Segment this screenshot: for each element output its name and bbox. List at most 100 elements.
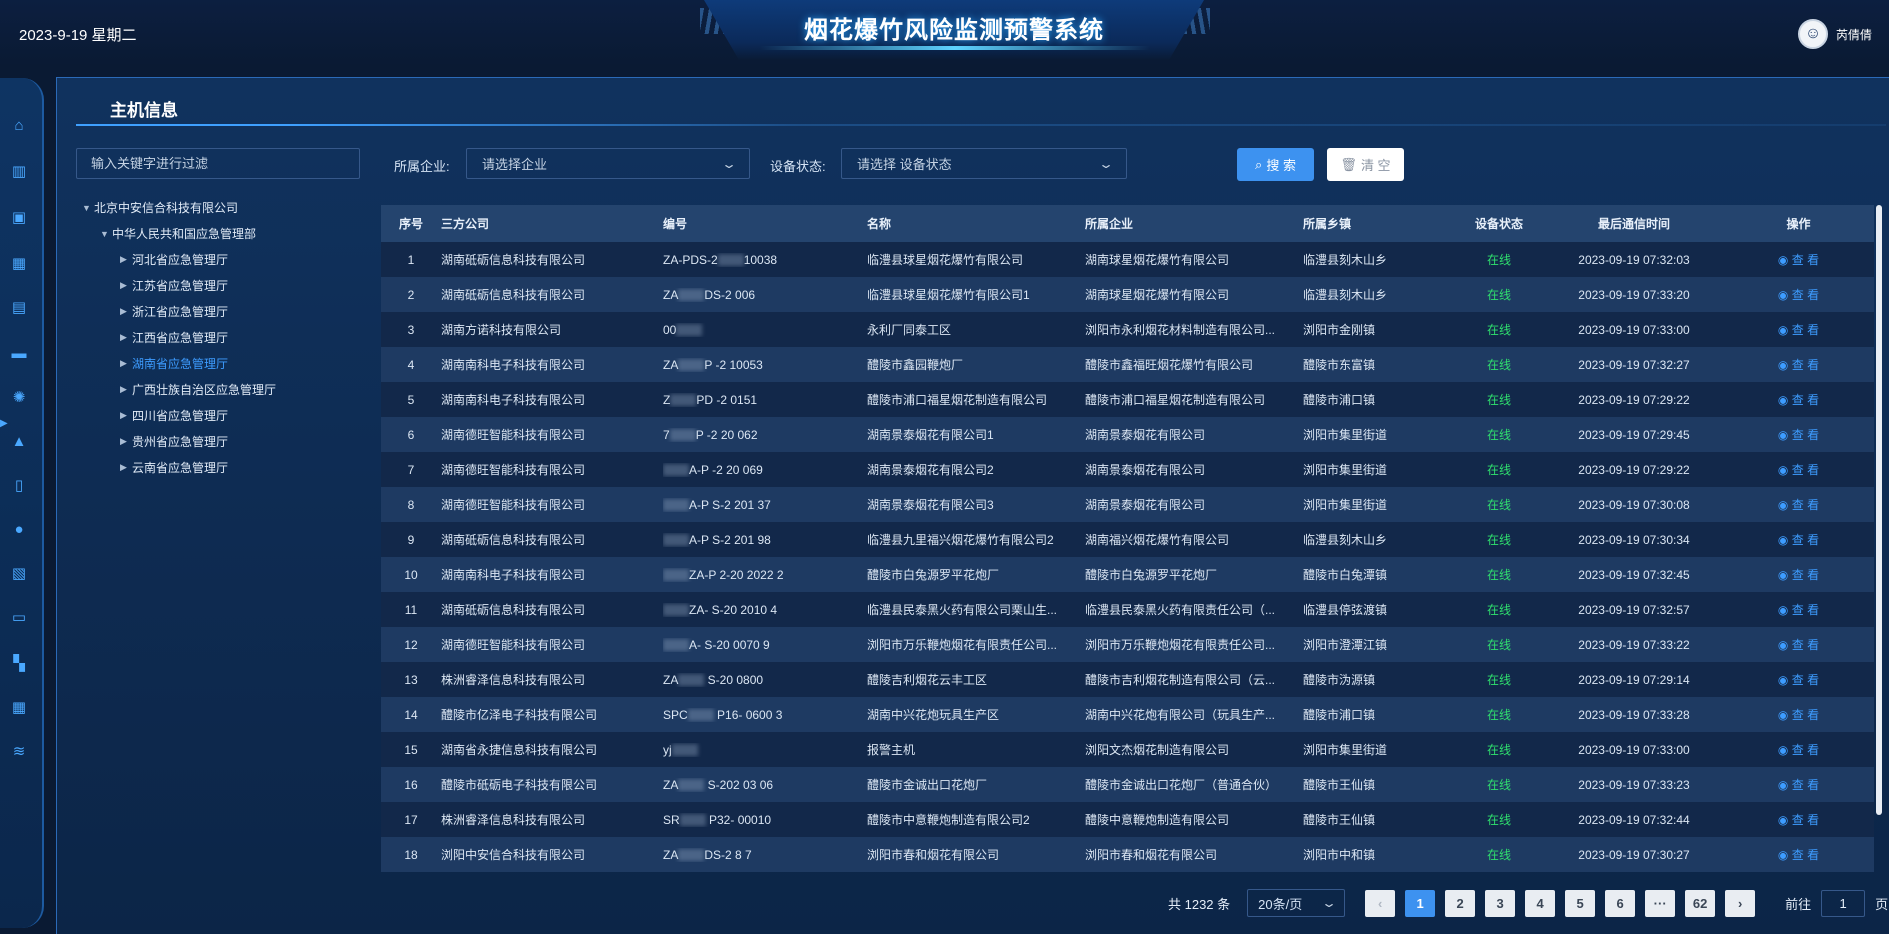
page-button[interactable]: 6 [1605,889,1636,917]
view-link[interactable]: ◉ 查 看 [1778,288,1819,302]
caret-right-icon[interactable]: ▶ [120,462,132,473]
caret-down-icon[interactable]: ▼ [82,203,94,213]
cell-enterprise: 湖南中兴花炮有限公司（玩具生产... [1085,708,1276,722]
view-link[interactable]: ◉ 查 看 [1778,498,1819,512]
view-link[interactable]: ◉ 查 看 [1778,708,1819,722]
view-link[interactable]: ◉ 查 看 [1778,813,1819,827]
clear-button[interactable]: 🗑 清 空 [1327,148,1404,181]
cell-action: ◉ 查 看 [1723,461,1874,478]
caret-right-icon[interactable]: ▶ [120,384,132,395]
table-row: 1 湖南砥砺信息科技有限公司 ZA-PDS-2 10038 临澧县球星烟花爆竹有限公司 湖… [381,242,1874,277]
view-link[interactable]: ◉ 查 看 [1778,358,1819,372]
warning-icon[interactable]: ▲ [8,430,30,452]
user-menu[interactable]: ☺ 芮倩倩 [1797,19,1872,49]
page-button[interactable]: 3 [1485,889,1516,917]
caret-right-icon[interactable]: ▶ [120,306,132,317]
briefcase-icon[interactable]: ▣ [8,206,30,228]
redaction-mask [678,359,705,372]
table-row: 13 株洲睿泽信息科技有限公司 ZA S-20 0800 醴陵吉利烟花云丰工区 醴陵市… [381,662,1874,697]
view-link[interactable]: ◉ 查 看 [1778,533,1819,547]
view-link[interactable]: ◉ 查 看 [1778,568,1819,582]
cell-status: 在线 [1486,708,1511,722]
search-button[interactable]: ⌕ 搜 索 [1237,148,1314,181]
page-size-select[interactable]: 20条/页 ⌄ [1247,889,1346,917]
code-suffix: P -2 20 062 [695,427,758,442]
table-scrollbar[interactable] [1876,205,1882,815]
report-icon[interactable]: ▧ [8,562,30,584]
caret-right-icon[interactable]: ▶ [120,254,132,265]
caret-right-icon[interactable]: ▶ [120,410,132,421]
cell-name: 临澧县球星烟花爆竹有限公司1 [867,288,1030,302]
calendar-icon[interactable]: ▦ [8,696,30,718]
page-button[interactable]: 1 [1405,889,1436,917]
more-pages-button[interactable]: ··· [1645,889,1676,917]
page-button[interactable]: 2 [1445,889,1476,917]
view-link[interactable]: ◉ 查 看 [1778,393,1819,407]
cell-name: 临澧县球星烟花爆竹有限公司 [867,253,1024,267]
goto-page-input[interactable]: 1 [1821,889,1866,917]
tablet-icon[interactable]: ▯ [8,474,30,496]
tree-node-province[interactable]: ▶ 江西省应急管理厅 [120,329,228,346]
server-icon[interactable]: ▬ [8,342,30,364]
cell-code: ZA P -2 10053 [663,358,867,372]
next-page-button[interactable]: › [1725,889,1756,917]
cell-last-comm: 2023-09-19 07:29:22 [1578,462,1690,477]
monitor-icon[interactable]: ▤ [8,296,30,318]
page-button[interactable]: 4 [1525,889,1556,917]
tree-node-root[interactable]: ▼ 北京中安信合科技有限公司 [82,199,238,216]
eye-icon: ◉ [1777,288,1792,302]
view-link[interactable]: ◉ 查 看 [1778,848,1819,862]
screen-chart-icon[interactable]: ▭ [8,606,30,628]
status-select[interactable]: 请选择 设备状态 ⌄ [841,148,1127,179]
caret-down-icon[interactable]: ▼ [100,229,112,239]
view-link[interactable]: ◉ 查 看 [1778,603,1819,617]
view-link[interactable]: ◉ 查 看 [1778,253,1819,267]
grid-icon[interactable]: ▚ [8,652,30,674]
eye-icon: ◉ [1777,498,1792,512]
caret-right-icon[interactable]: ▶ [120,280,132,291]
redaction-mask [663,534,689,547]
view-link[interactable]: ◉ 查 看 [1778,778,1819,792]
building-icon[interactable]: ▥ [8,160,30,182]
view-link[interactable]: ◉ 查 看 [1778,743,1819,757]
caret-right-icon[interactable]: ▶ [120,436,132,447]
tree-node-province[interactable]: ▶ 四川省应急管理厅 [120,407,228,424]
tree-node-province[interactable]: ▶ 浙江省应急管理厅 [120,303,228,320]
tree-node-province[interactable]: ▶ 云南省应急管理厅 [120,459,228,476]
cell-status: 在线 [1486,428,1511,442]
view-link[interactable]: ◉ 查 看 [1778,673,1819,687]
view-link[interactable]: ◉ 查 看 [1778,638,1819,652]
cell-code: ZA DS-2 8 7 [663,848,867,862]
cell-last-comm: 2023-09-19 07:33:20 [1578,287,1690,302]
tree-node-province[interactable]: ▶ 贵州省应急管理厅 [120,433,228,450]
tree-node-province-active[interactable]: ▶ 湖南省应急管理厅 [120,355,228,372]
search-button-label: 搜 索 [1266,158,1296,173]
chevron-down-icon: ⌄ [1097,156,1115,171]
caret-right-icon[interactable]: ▶ [120,358,132,369]
tree-node-province[interactable]: ▶ 广西壮族自治区应急管理厅 [120,381,276,398]
caret-right-icon[interactable]: ▶ [120,332,132,343]
enterprise-select[interactable]: 请选择企业 ⌄ [466,148,750,179]
layers-icon[interactable]: ≋ [8,740,30,762]
tree-node-province[interactable]: ▶ 江苏省应急管理厅 [120,277,228,294]
keyword-filter-input[interactable] [76,148,360,179]
view-link[interactable]: ◉ 查 看 [1778,463,1819,477]
view-link[interactable]: ◉ 查 看 [1778,428,1819,442]
view-link[interactable]: ◉ 查 看 [1778,323,1819,337]
cell-town: 醴陵市浦口镇 [1303,393,1376,407]
prev-page-button[interactable]: ‹ [1365,889,1396,917]
page-button[interactable]: 5 [1565,889,1596,917]
bulb-icon[interactable]: ● [8,518,30,540]
home-icon[interactable]: ⌂ [8,114,30,136]
alarm-light-icon[interactable]: ✺ [8,386,30,408]
tree-node-ministry[interactable]: ▼ 中华人民共和国应急管理部 [100,225,256,242]
cell-vendor: 醴陵市亿泽电子科技有限公司 [441,708,598,722]
table-row: 8 湖南德旺智能科技有限公司 A-P S-2 201 37 湖南景泰烟花有限公司3 湖南… [381,487,1874,522]
bar-chart-icon[interactable]: ▦ [8,252,30,274]
table-row: 5 湖南南科电子科技有限公司 Z PD -2 0151 醴陵市浦口福星烟花制造有限公司 醴… [381,382,1874,417]
page-button[interactable]: 62 [1685,889,1716,917]
date-time: 2023-9-19 星期二 [19,27,137,44]
tree-node-province[interactable]: ▶ 河北省应急管理厅 [120,251,228,268]
cell-enterprise: 浏阳市万乐鞭炮烟花有限责任公司... [1085,638,1276,652]
avatar[interactable]: ☺ [1797,19,1828,49]
